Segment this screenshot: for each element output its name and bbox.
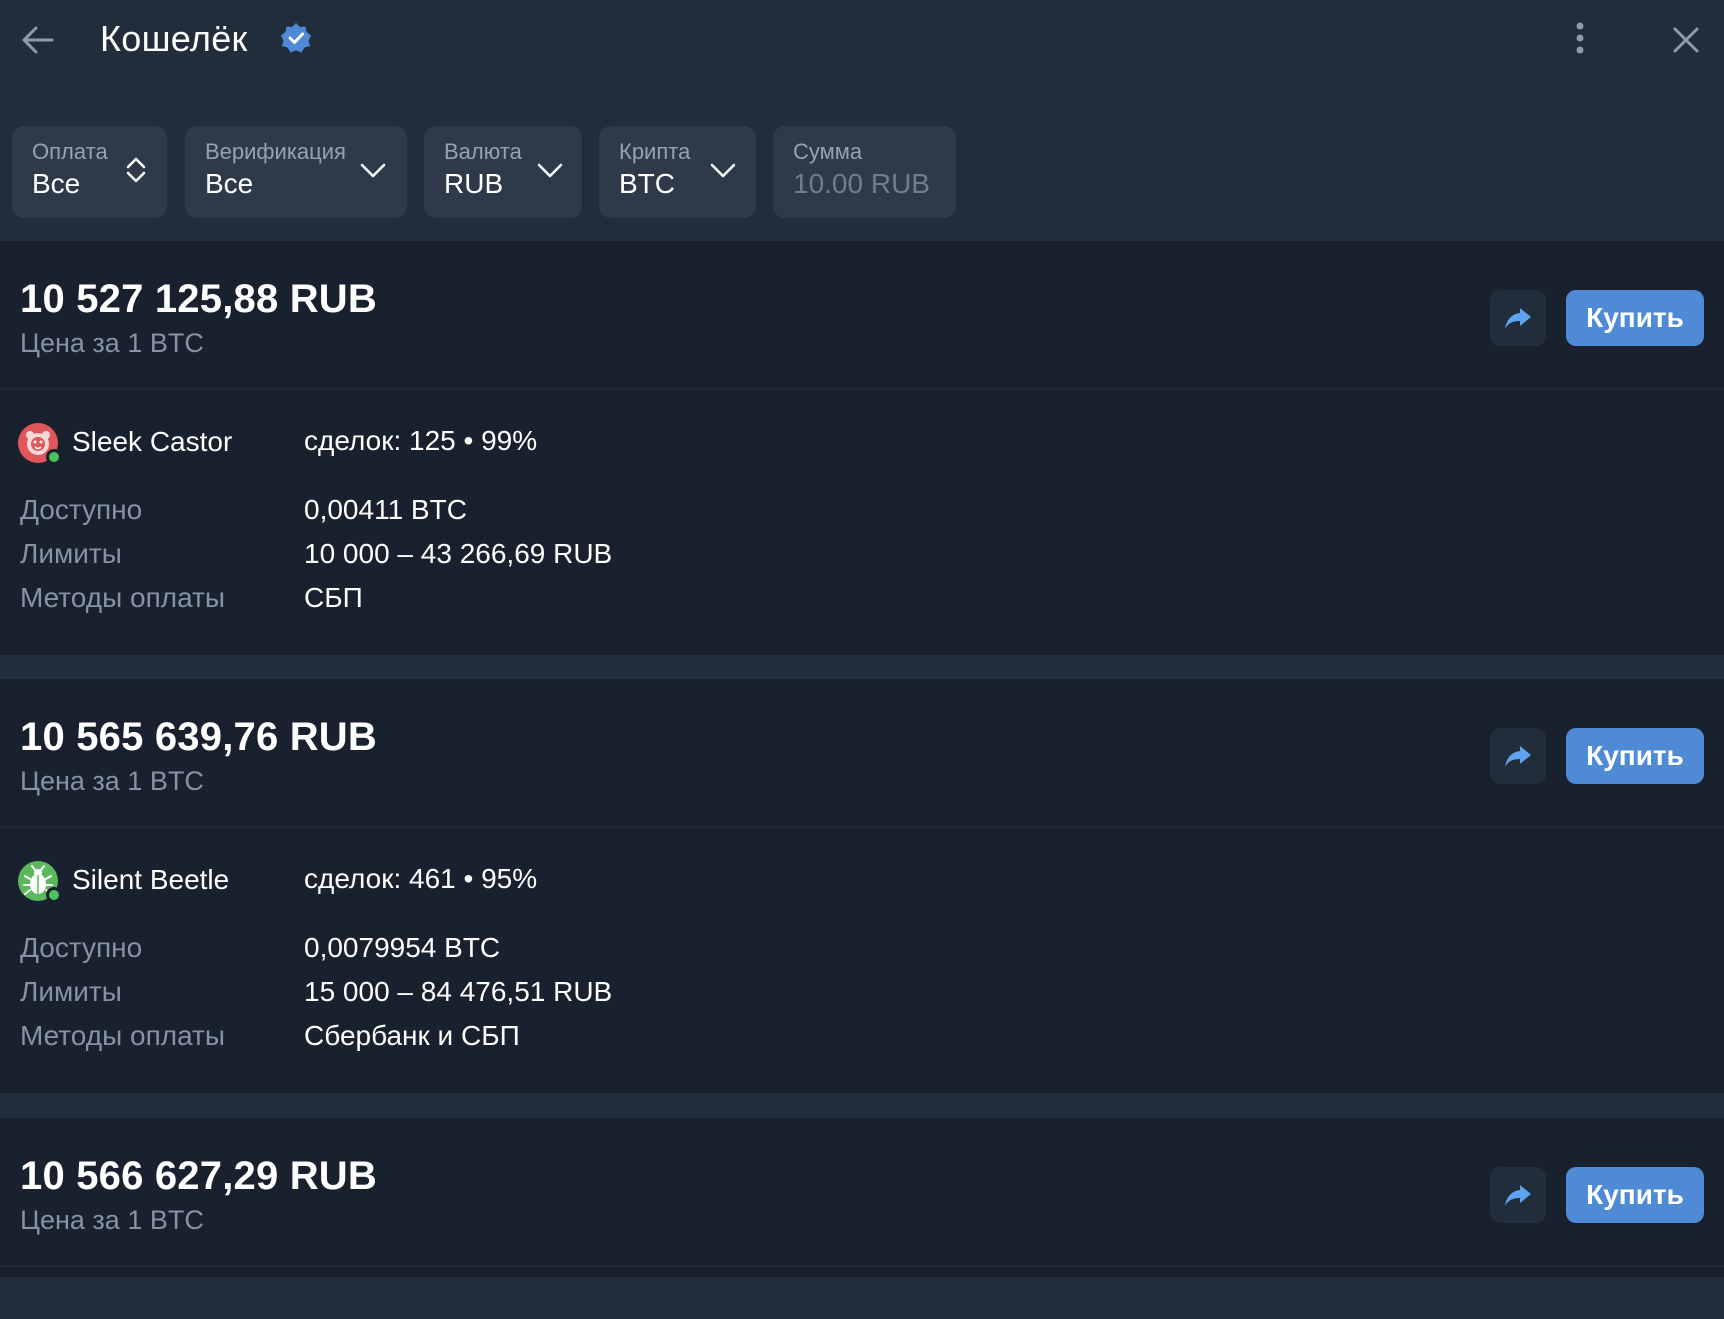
chevron-down-icon <box>537 163 563 178</box>
limits-label: Лимиты <box>20 976 122 1007</box>
filter-value: Все <box>205 168 254 199</box>
limits-value: 15 000 – 84 476,51 RUB <box>304 976 613 1007</box>
online-status-dot <box>46 449 62 465</box>
filter-value: RUB <box>444 168 504 199</box>
share-arrow-icon <box>1505 308 1531 329</box>
buy-button[interactable]: Купить <box>1566 1167 1704 1223</box>
payment-methods-label: Методы оплаты <box>20 582 225 613</box>
filter-amount[interactable]: Сумма 10.00 RUB <box>773 126 956 218</box>
verified-badge-icon <box>281 23 311 53</box>
share-arrow-icon <box>1505 746 1531 767</box>
share-button[interactable] <box>1490 728 1546 784</box>
chevron-down-icon <box>360 163 386 178</box>
offer-price: 10 565 639,76 RUB <box>20 715 377 759</box>
arrow-left-icon[interactable] <box>18 20 58 60</box>
chevron-down-icon <box>710 163 736 178</box>
seller-name[interactable]: Silent Beetle <box>72 864 229 896</box>
available-value: 0,00411 BTC <box>304 494 467 525</box>
share-button[interactable] <box>1490 290 1546 346</box>
filter-value: Все <box>32 168 81 199</box>
offer-price: 10 566 627,29 RUB <box>20 1154 377 1198</box>
offer-price-caption: Цена за 1 BTC <box>20 766 204 796</box>
divider <box>0 388 1724 390</box>
seller-name[interactable]: Sleek Castor <box>72 426 232 458</box>
filter-label: Валюта <box>444 139 522 164</box>
offer-price: 10 527 125,88 RUB <box>20 277 377 321</box>
close-icon[interactable] <box>1666 20 1706 60</box>
limits-label: Лимиты <box>20 538 122 569</box>
seller-stats: сделок: 461 • 95% <box>304 863 538 894</box>
divider <box>0 826 1724 828</box>
limits-value: 10 000 – 43 266,69 RUB <box>304 538 613 569</box>
divider <box>0 1265 1724 1267</box>
share-button[interactable] <box>1490 1167 1546 1223</box>
filter-verification[interactable]: Верификация Все <box>185 126 407 218</box>
offer-card: 10 565 639,76 RUB Цена за 1 BTC Купить S… <box>0 679 1724 1093</box>
payment-methods-label: Методы оплаты <box>20 1020 225 1051</box>
amount-input[interactable]: 10.00 RUB <box>793 168 930 200</box>
filter-label: Сумма <box>793 139 863 164</box>
filter-label: Крипта <box>619 139 691 164</box>
online-status-dot <box>46 887 62 903</box>
page-title: Кошелёк <box>100 18 248 59</box>
filter-label: Оплата <box>32 139 108 164</box>
available-value: 0,0079954 BTC <box>304 932 501 963</box>
payment-methods-value: СБП <box>304 582 363 613</box>
available-label: Доступно <box>20 932 143 963</box>
filter-currency[interactable]: Валюта RUB <box>424 126 582 218</box>
sort-updown-icon <box>126 157 146 183</box>
seller-stats: сделок: 125 • 99% <box>304 425 538 456</box>
top-bar: Кошелёк <box>0 0 1724 80</box>
filter-payment[interactable]: Оплата Все <box>12 126 167 218</box>
filter-value: BTC <box>619 168 675 199</box>
offer-card: 10 566 627,29 RUB Цена за 1 BTC Купить <box>0 1118 1724 1277</box>
more-vertical-icon[interactable] <box>1562 18 1598 58</box>
filter-label: Верификация <box>205 139 346 164</box>
buy-button[interactable]: Купить <box>1566 290 1704 346</box>
filter-crypto[interactable]: Крипта BTC <box>599 126 756 218</box>
share-arrow-icon <box>1505 1185 1531 1206</box>
payment-methods-value: Сбербанк и СБП <box>304 1020 520 1051</box>
filter-bar: Оплата Все Верификация Все Валюта RUB Кр… <box>0 126 1724 218</box>
offer-price-caption: Цена за 1 BTC <box>20 328 204 358</box>
buy-button[interactable]: Купить <box>1566 728 1704 784</box>
offer-price-caption: Цена за 1 BTC <box>20 1205 204 1235</box>
offer-card: 10 527 125,88 RUB Цена за 1 BTC Купить S… <box>0 241 1724 655</box>
available-label: Доступно <box>20 494 143 525</box>
